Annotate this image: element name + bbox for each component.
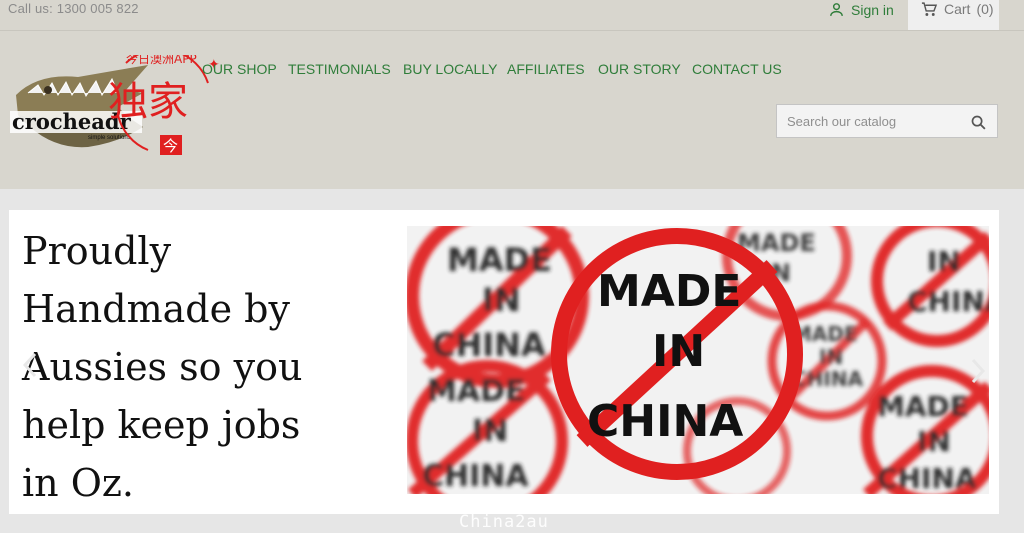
svg-text:CHINA: CHINA — [587, 396, 743, 447]
cart-count: (0) — [976, 1, 994, 17]
sign-in-link[interactable]: Sign in — [828, 1, 894, 18]
svg-text:IN: IN — [917, 425, 951, 458]
main-stamp: MADE IN CHINA — [551, 228, 803, 480]
cart-button[interactable]: Cart (0) — [908, 0, 999, 30]
overlay-top-text: 今日澳洲APP — [126, 55, 197, 66]
banner-line: help keep jobs — [22, 403, 301, 447]
prev-slide-arrow[interactable] — [22, 352, 37, 385]
banner-line: Proudly — [22, 229, 172, 273]
next-slide-arrow[interactable] — [971, 358, 986, 391]
svg-text:MADE: MADE — [447, 241, 552, 279]
call-us-text: Call us: 1300 005 822 — [8, 1, 139, 16]
banner-headline: Proudly Handmade by Aussies so you help … — [22, 222, 402, 512]
svg-text:CHINA: CHINA — [877, 462, 977, 494]
banner-line: Handmade by — [22, 287, 290, 331]
svg-text:MADE: MADE — [597, 266, 741, 317]
overlay-badge-text: 今 — [163, 137, 178, 155]
banner-line: Aussies so you — [22, 345, 303, 389]
user-icon — [830, 3, 843, 16]
chevron-left-icon — [22, 352, 37, 378]
crocodile-logo-icon: crocheadr simple solutions 今日澳洲APP 独家 今 … — [10, 48, 220, 155]
nav-affiliates[interactable]: AFFILIATES — [507, 61, 585, 77]
sign-in-label: Sign in — [851, 1, 894, 18]
search-input[interactable] — [785, 113, 959, 130]
svg-text:MADE: MADE — [877, 390, 969, 423]
svg-text:MADE: MADE — [427, 374, 525, 409]
svg-text:CHINA: CHINA — [907, 285, 989, 318]
nav-our-shop[interactable]: OUR SHOP — [202, 61, 277, 77]
top-bar: Call us: 1300 005 822 Sign in Cart (0) — [0, 0, 1024, 31]
brand-tagline: simple solutions — [88, 135, 131, 141]
site-logo[interactable]: crocheadr simple solutions 今日澳洲APP 独家 今 … — [8, 48, 223, 165]
svg-text:CHINA: CHINA — [792, 367, 864, 391]
svg-text:CHINA: CHINA — [422, 459, 529, 494]
svg-text:CHINA: CHINA — [432, 326, 546, 364]
cart-icon — [921, 2, 938, 16]
no-made-in-china-stamp-icon: MADE IN CHINA MADE IN CHINA MADE IN MADE… — [407, 226, 989, 494]
hero-banner: Proudly Handmade by Aussies so you help … — [9, 210, 999, 514]
nav-contact-us[interactable]: CONTACT US — [692, 61, 782, 77]
cart-label: Cart — [944, 1, 971, 17]
chevron-right-icon — [971, 358, 986, 384]
nav-buy-locally[interactable]: BUY LOCALLY — [403, 61, 497, 77]
made-in-china-image: MADE IN CHINA MADE IN CHINA MADE IN MADE… — [407, 226, 989, 494]
svg-text:IN: IN — [927, 245, 961, 278]
search-box — [776, 104, 998, 138]
search-icon[interactable] — [970, 114, 987, 131]
nav-testimonials[interactable]: TESTIMONIALS — [288, 61, 391, 77]
watermark-text: Chinа2au — [459, 512, 549, 532]
svg-text:IN: IN — [482, 281, 521, 319]
overlay-main-text: 独家 — [108, 79, 188, 125]
svg-text:IN: IN — [472, 414, 508, 449]
nav-our-story[interactable]: OUR STORY — [598, 61, 681, 77]
svg-text:IN: IN — [652, 326, 705, 377]
svg-text:IN: IN — [819, 345, 843, 369]
banner-line: in Oz. — [22, 461, 134, 505]
